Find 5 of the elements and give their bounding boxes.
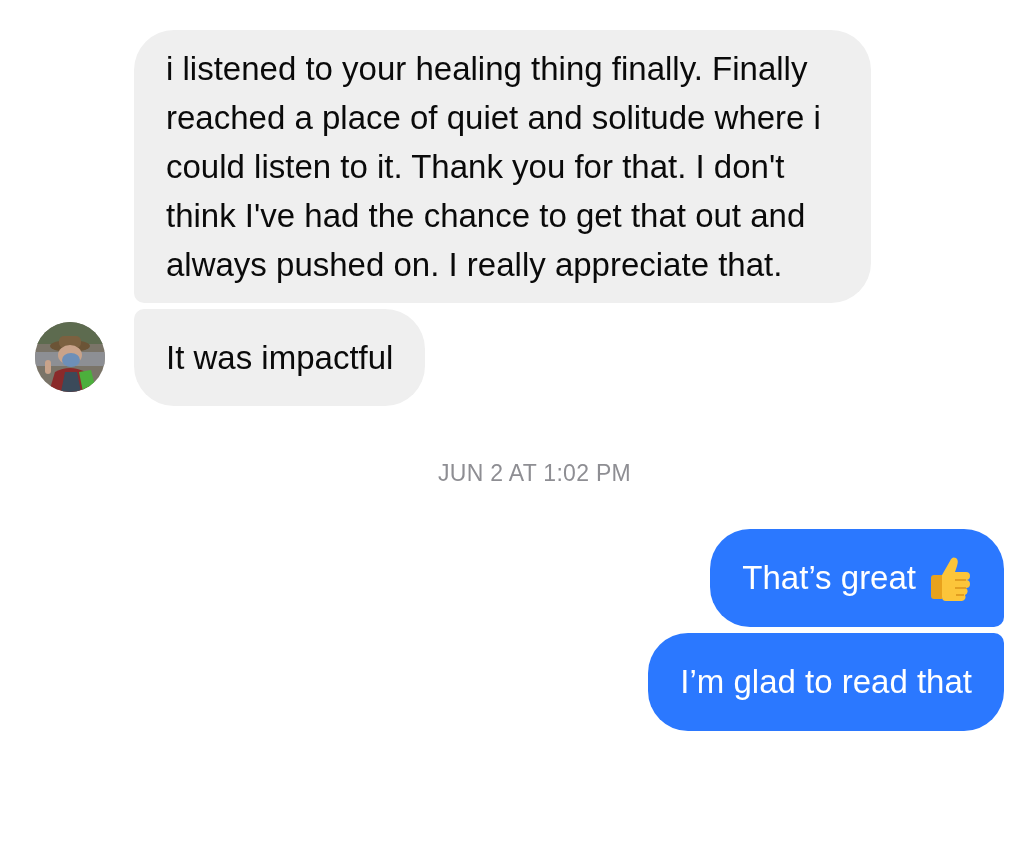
message-text: i listened to your healing thing finally. Finally reached a place of quiet and solitude where i could listen to it. Thank you for that. I don't think I've had the chance to get that out and always pushed on. I really appreciate that. (166, 50, 821, 283)
message-text: That’s great (742, 558, 916, 598)
timestamp: JUN 2 AT 1:02 PM (436, 460, 632, 487)
message-text: It was impactful (166, 339, 394, 376)
message-text: I’m glad to read that (680, 662, 972, 702)
